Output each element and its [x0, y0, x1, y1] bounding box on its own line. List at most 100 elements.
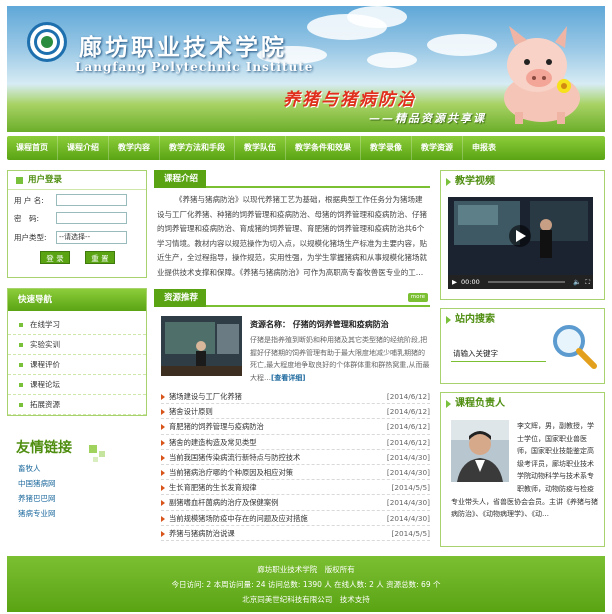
username-label: 用 户 名: [14, 195, 44, 205]
intro-title: 课程介绍 [154, 170, 207, 188]
intro-header: 课程介绍 [154, 170, 430, 188]
footer-stats: 今日访问: 2 本周访问量: 24 访问总数: 1390 人 在线人数: 2 人… [171, 580, 441, 589]
video-time: 00:00 [461, 278, 480, 286]
search-icon[interactable] [549, 321, 599, 371]
video-frame-icon [448, 197, 593, 275]
search-input[interactable]: 请输入关键字 [453, 348, 498, 359]
nav-item-home[interactable]: 课程首页 [7, 136, 58, 160]
quick-nav-panel: 快速导航 在线学习 实验实训 课程评价 课程论坛 拓展资源 [7, 288, 147, 416]
user-type-select[interactable]: --请选择-- [56, 231, 127, 244]
nav-item-resources[interactable]: 教学资源 [412, 136, 463, 160]
video-controls: ▶ 00:00 🔈 ⛶ [448, 275, 593, 289]
video-player[interactable]: ▶ 00:00 🔈 ⛶ [448, 197, 593, 289]
video-panel: 教学视频 ▶ 00:00 🔈 ⛶ [440, 170, 605, 300]
news-title: 养猪与猪病防治说课 [169, 528, 235, 538]
banner-title: 养猪与猪病防治 [283, 90, 416, 110]
nav-item-videos[interactable]: 教学录像 [361, 136, 412, 160]
friend-link-pig-pro[interactable]: 猪病专业网 [7, 506, 147, 521]
login-button[interactable]: 登 录 [40, 251, 70, 264]
banner-subtitle: ——精品资源共享课 [369, 112, 486, 125]
news-date: [2014/5/5] [391, 483, 430, 493]
news-date: [2014/4/30] [386, 498, 430, 508]
school-name: 廊坊职业技术学院 [79, 34, 287, 61]
quick-item-experiments[interactable]: 实验实训 [8, 335, 146, 355]
news-row[interactable]: 当前猪病治疗哪的个种原因及相应对策 [2014/4/30] [161, 465, 430, 481]
friend-link-pig-farming[interactable]: 养猪巴巴网 [7, 491, 147, 506]
site-search-panel: 站内搜索 请输入关键字 [440, 308, 605, 384]
news-title: 育肥猪的饲养管理与疫病防治 [169, 422, 264, 432]
news-row[interactable]: 生长育肥猪的生长发育规律 [2014/5/5] [161, 480, 430, 496]
news-row[interactable]: 副猪嗜血杆菌病的治疗及保健案例 [2014/4/30] [161, 495, 430, 511]
quick-item-extended-resources[interactable]: 拓展资源 [8, 395, 146, 415]
recommend-thumbnail[interactable] [161, 316, 242, 376]
site-header: 廊坊职业技术学院 Langfang Polytechnic Institute … [7, 6, 605, 132]
reset-button[interactable]: 重 置 [85, 251, 115, 264]
login-title: 用户登录 [8, 171, 146, 190]
username-input[interactable] [56, 194, 127, 206]
news-row[interactable]: 猪舍设计原则 [2014/6/12] [161, 404, 430, 420]
play-button-icon[interactable]: ▶ [452, 278, 457, 286]
view-detail-link[interactable]: [查看详细] [271, 374, 305, 382]
news-row[interactable]: 猪舍的建造构造及常见类型 [2014/6/12] [161, 435, 430, 450]
password-row: 密 码: [14, 212, 127, 224]
nav-item-application[interactable]: 申报表 [463, 136, 505, 160]
quick-item-online-learning[interactable]: 在线学习 [8, 315, 146, 335]
news-date: [2014/5/5] [391, 528, 430, 538]
cloud-decoration [367, 52, 417, 68]
intro-text: 《养猪与猪病防治》以现代养猪工艺为基础，根据典型工作任务分为猪场建设与工厂化养猪… [157, 195, 427, 277]
friend-link-pig-disease[interactable]: 中国猪病网 [7, 476, 147, 491]
decor-square [99, 451, 105, 457]
username-row: 用 户 名: [14, 194, 127, 206]
school-name-en: Langfang Polytechnic Institute [75, 60, 314, 74]
footer-support: 北京同美世纪科技有限公司 技术支持 [242, 595, 370, 604]
news-row[interactable]: 养猪与猪病防治说课 [2014/5/5] [161, 526, 430, 541]
school-logo[interactable] [27, 22, 67, 62]
news-title: 当前猪病治疗哪的个种原因及相应对策 [169, 467, 294, 477]
news-date: [2014/6/12] [386, 422, 430, 432]
password-input[interactable] [56, 212, 127, 224]
quick-item-evaluation[interactable]: 课程评价 [8, 355, 146, 375]
news-title: 猪舍的建造构造及常见类型 [169, 437, 257, 447]
nav-item-content[interactable]: 教学内容 [109, 136, 160, 160]
more-button[interactable]: more [407, 293, 428, 302]
main-nav: 课程首页 课程介绍 教学内容 教学方法和手段 教学队伍 教学条件和效果 教学录像… [7, 136, 605, 160]
quick-nav-title: 快速导航 [8, 289, 146, 311]
news-title: 猪舍设计原则 [169, 407, 213, 417]
volume-icon[interactable]: 🔈 [573, 278, 581, 286]
video-title: 教学视频 [441, 171, 604, 193]
friend-link-xumuren[interactable]: 畜牧人 [7, 461, 147, 476]
nav-item-conditions[interactable]: 教学条件和效果 [286, 136, 361, 160]
news-date: [2014/6/12] [386, 407, 430, 417]
login-panel: 用户登录 [7, 170, 147, 278]
news-date: [2014/6/12] [386, 437, 430, 447]
news-row[interactable]: 育肥猪的饲养管理与疫病防治 [2014/6/12] [161, 419, 430, 435]
news-date: [2014/4/30] [386, 467, 430, 477]
news-list: 猪场建设与工厂化养猪 [2014/6/12] 猪舍设计原则 [2014/6/12] … [161, 389, 430, 541]
nav-item-course-intro[interactable]: 课程介绍 [58, 136, 109, 160]
footer-copyright: 廊坊职业技术学院 版权所有 [257, 565, 355, 574]
nav-item-team[interactable]: 教学队伍 [235, 136, 286, 160]
friend-links-panel: 友情链接 畜牧人 中国猪病网 养猪巴巴网 猪病专业网 [7, 437, 147, 547]
news-title: 生长育肥猪的生长发育规律 [169, 483, 257, 493]
news-date: [2014/4/30] [386, 452, 430, 462]
fullscreen-icon[interactable]: ⛶ [585, 278, 593, 287]
nav-item-methods[interactable]: 教学方法和手段 [160, 136, 235, 160]
news-title: 副猪嗜血杆菌病的治疗及保健案例 [169, 498, 279, 508]
news-row[interactable]: 猪场建设与工厂化养猪 [2014/6/12] [161, 389, 430, 405]
recommend-header: 资源推荐 more [154, 289, 430, 307]
news-date: [2014/6/12] [386, 392, 430, 401]
video-progress-bar[interactable] [487, 281, 566, 283]
recommend-item-desc: 仔猪是指养殖到断奶和种用猪及其它类型猪的经统阶段,把握好仔猪期的饲养管理有助于最… [250, 334, 430, 384]
news-date: [2014/4/30] [386, 513, 430, 523]
recommend-title: 资源推荐 [154, 289, 207, 307]
decor-square [93, 457, 98, 462]
quick-item-forum[interactable]: 课程论坛 [8, 375, 146, 395]
leader-bio: 李文辉，男，副教授，学士学位，国家职业兽医师，国家职业技能鉴定高级考评员，廊坊职… [451, 420, 599, 521]
news-title: 当前规模猪场防疫中存在的问题及应对措施 [169, 513, 308, 523]
news-row[interactable]: 当前我国猪传染病流行新特点与防控技术 [2014/4/30] [161, 450, 430, 465]
recommend-item-title[interactable]: 资源名称： 仔猪的饲养管理和疫病防治 [250, 319, 389, 330]
news-row[interactable]: 当前规模猪场防疫中存在的问题及应对措施 [2014/4/30] [161, 511, 430, 526]
site-footer: 廊坊职业技术学院 版权所有 今日访问: 2 本周访问量: 24 访问总数: 13… [7, 556, 605, 612]
news-title: 当前我国猪传染病流行新特点与防控技术 [169, 452, 301, 462]
news-title: 猪场建设与工厂化养猪 [169, 392, 242, 401]
